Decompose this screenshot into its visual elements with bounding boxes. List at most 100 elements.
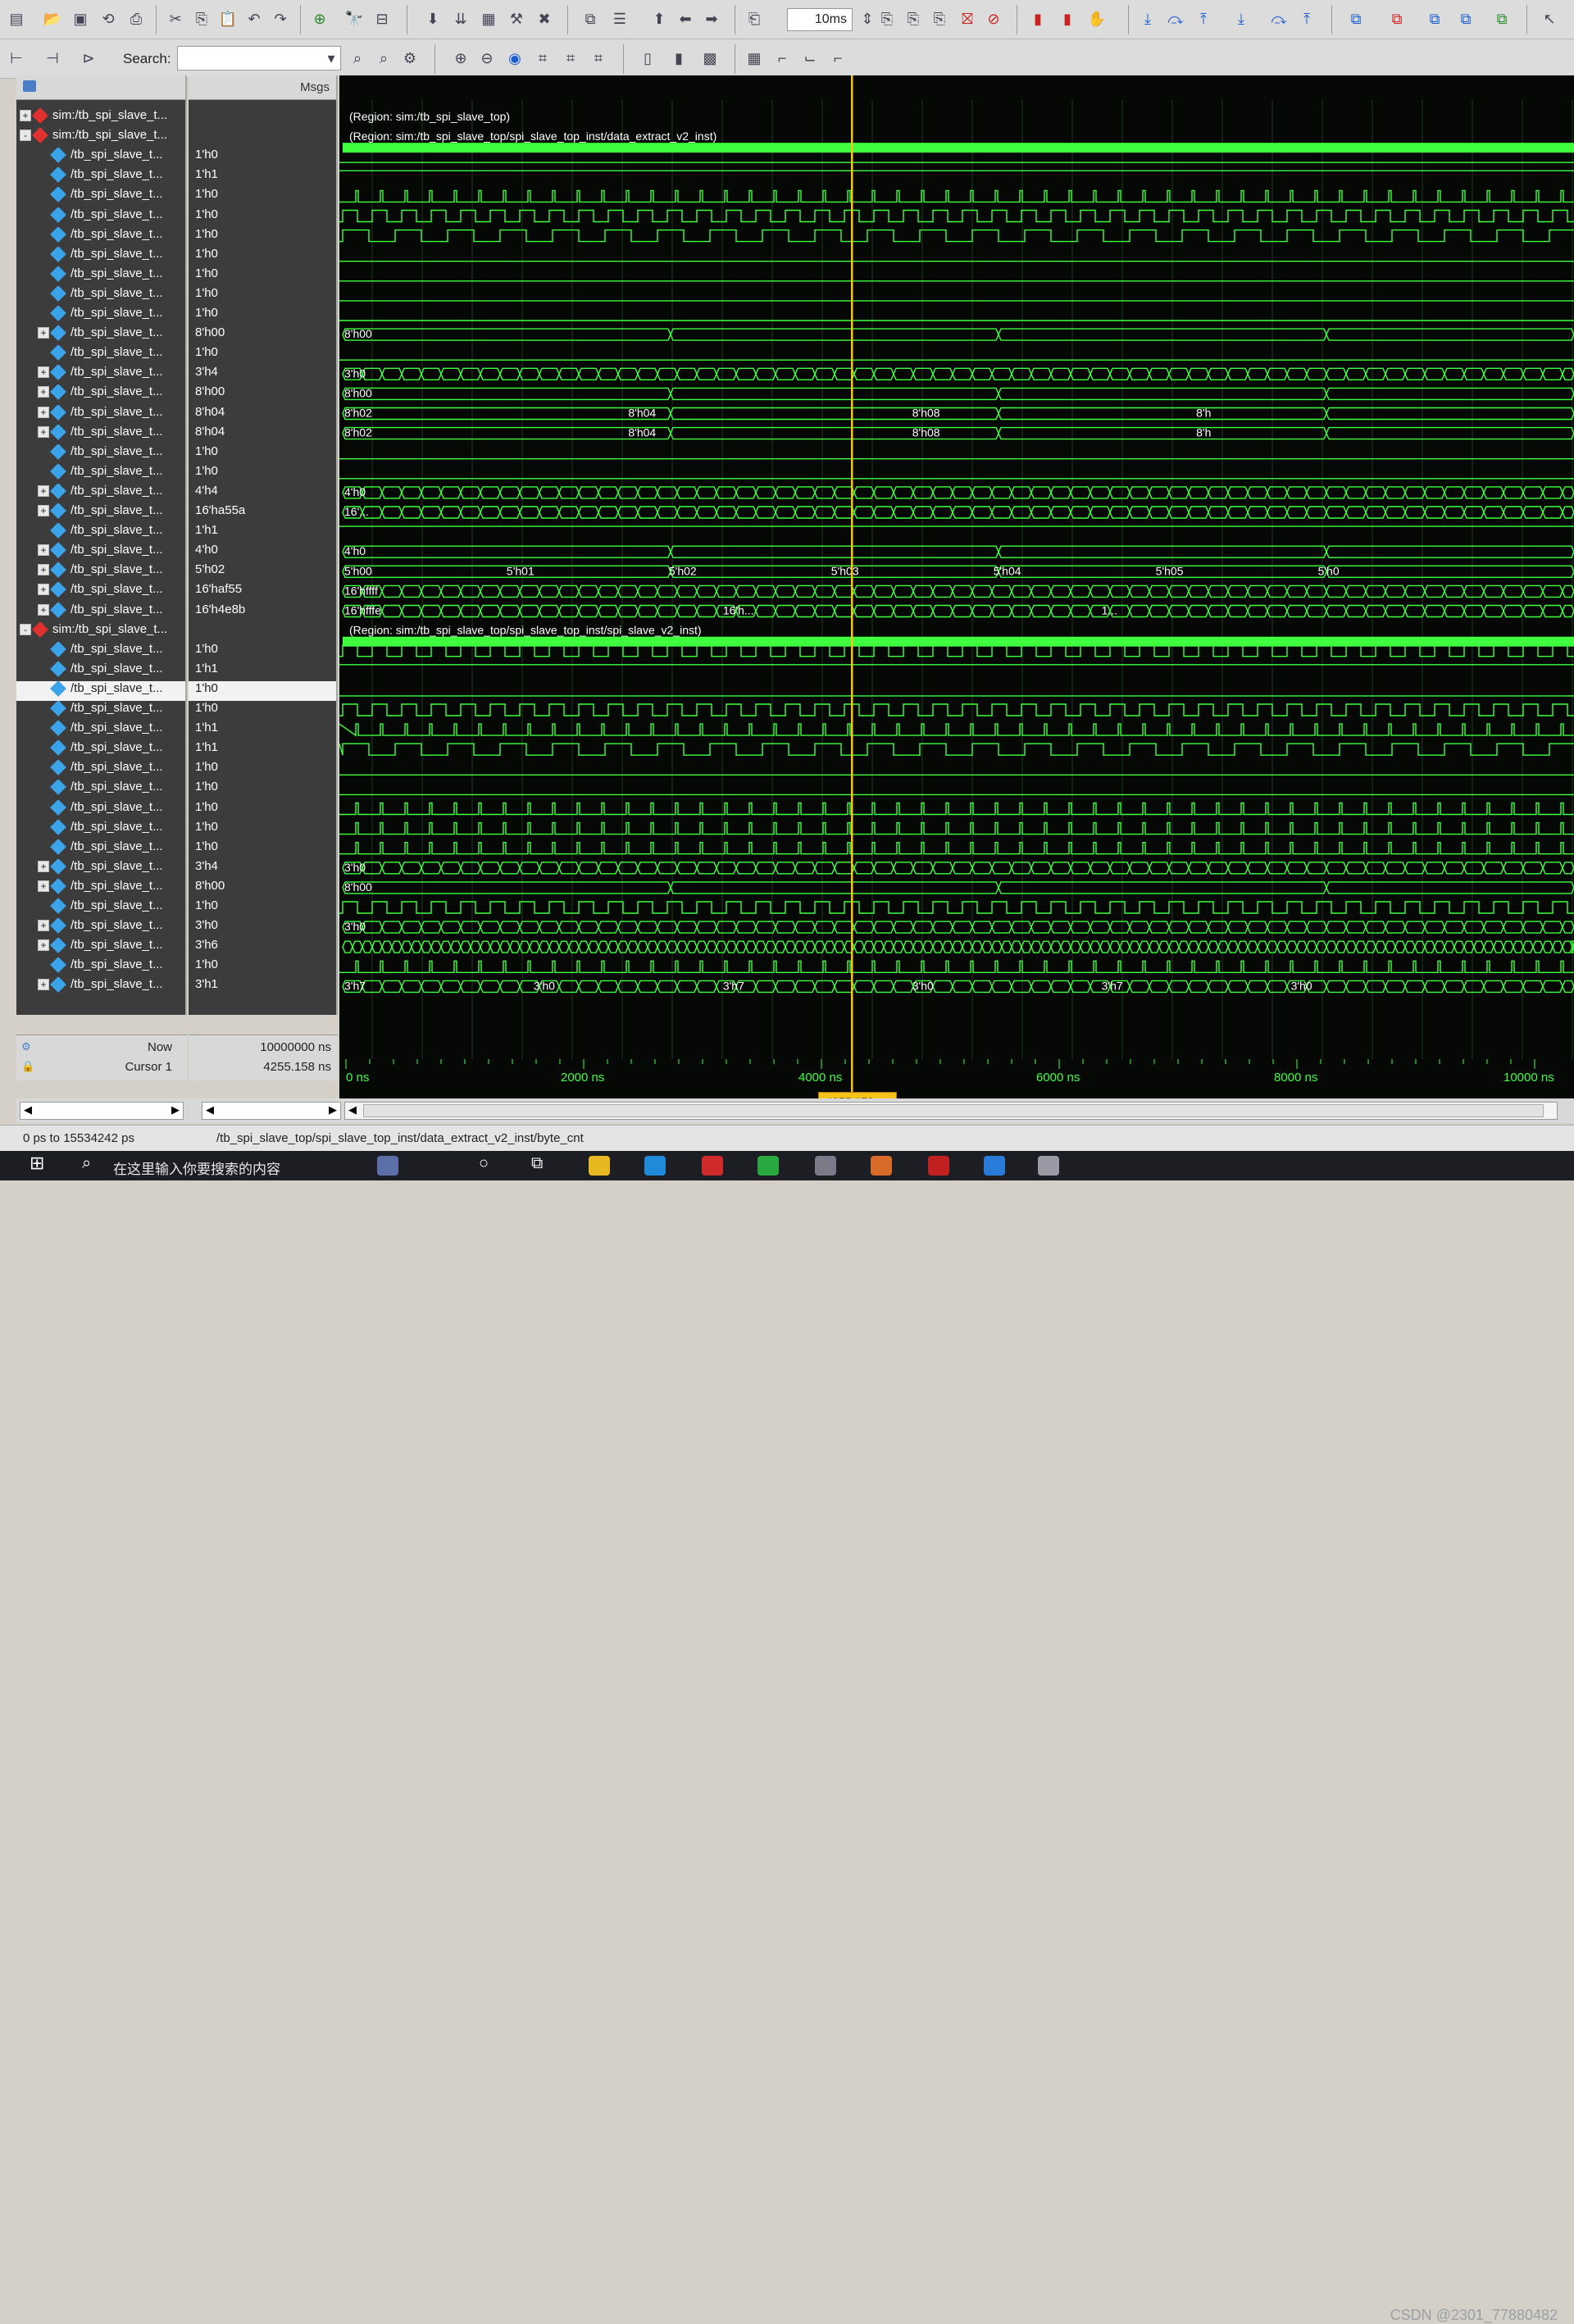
scroll-right-icon[interactable]: ▶	[329, 1103, 337, 1117]
app-pdf-icon[interactable]	[928, 1156, 949, 1176]
signal-row[interactable]: + /tb_spi_slave_t...	[16, 365, 185, 384]
find-options-icon[interactable]: ⚙	[398, 47, 421, 70]
run-length-input[interactable]: 10ms	[787, 8, 853, 31]
run-icon[interactable]: ⎘	[876, 7, 898, 30]
stop-icon[interactable]: ⊘	[982, 7, 1005, 30]
up-arrow-icon[interactable]: ⬆	[648, 7, 671, 30]
expand-icon[interactable]: +	[20, 110, 31, 122]
signal-row[interactable]: /tb_spi_slave_t...	[16, 266, 185, 286]
taskbar-search[interactable]: 在这里输入你要搜索的内容	[113, 1157, 280, 1178]
wave-edit-icon[interactable]: ⧉	[1423, 7, 1446, 30]
signal-value-row[interactable]: 1'h1	[189, 662, 336, 681]
expand-icon[interactable]: +	[38, 584, 49, 596]
signal-row[interactable]: /tb_spi_slave_t...	[16, 187, 185, 207]
signal-value-row[interactable]: 5'h02	[189, 562, 336, 582]
search-dropdown-icon[interactable]: ▾	[320, 47, 343, 70]
signal-value-row[interactable]: 1'h0	[189, 898, 336, 918]
open-folder-icon[interactable]: 📂	[41, 7, 64, 30]
signal-value-row[interactable]: 3'h4	[189, 859, 336, 879]
lock-cursor-icon[interactable]: ⊳	[77, 47, 100, 70]
signal-row[interactable]: /tb_spi_slave_t...	[16, 345, 185, 365]
cortana-icon[interactable]: ○	[479, 1154, 500, 1174]
signal-value-row[interactable]: 3'h0	[189, 918, 336, 938]
app-doc-icon[interactable]	[815, 1156, 836, 1176]
grid-icon[interactable]: ▦	[743, 47, 766, 70]
break-sim-icon[interactable]: ⛝	[956, 7, 979, 30]
expand-icon[interactable]: +	[38, 939, 49, 952]
signal-value-row[interactable]: 1'h0	[189, 247, 336, 266]
zoom-full-icon[interactable]: ◉	[503, 47, 526, 70]
wave-format-icon[interactable]: ▩	[698, 47, 721, 70]
signal-row[interactable]: /tb_spi_slave_t...	[16, 819, 185, 839]
expand-icon[interactable]: +	[38, 505, 49, 517]
signal-value-row[interactable]: 8'h00	[189, 879, 336, 898]
run-all-icon[interactable]: ⎘	[928, 7, 951, 30]
expand-icon[interactable]: +	[38, 564, 49, 576]
signal-value-row[interactable]: 1'h0	[189, 187, 336, 207]
signal-row[interactable]: /tb_spi_slave_t...	[16, 680, 185, 701]
signal-row[interactable]: + /tb_spi_slave_t...	[16, 424, 185, 444]
wave-remove-icon[interactable]: ⧉	[1385, 7, 1408, 30]
expand-icon[interactable]: +	[38, 880, 49, 892]
signal-row[interactable]: /tb_spi_slave_t...	[16, 898, 185, 918]
mem-icon[interactable]: ▮	[1056, 7, 1079, 30]
compile-all-icon[interactable]: ⇊	[449, 7, 472, 30]
run-length-icon[interactable]: ⎗	[743, 7, 766, 30]
break-icon[interactable]: ⚒	[505, 7, 528, 30]
expand-icon[interactable]: +	[38, 327, 49, 339]
signal-row[interactable]: + /tb_spi_slave_t...	[16, 325, 185, 345]
signal-row[interactable]: + /tb_spi_slave_t...	[16, 543, 185, 562]
signal-value-row[interactable]: 1'h0	[189, 800, 336, 820]
cursor-value[interactable]: 4255.158 ns	[263, 1060, 331, 1074]
edge-icon[interactable]	[644, 1156, 666, 1176]
expand-icon[interactable]: +	[38, 386, 49, 398]
signal-row[interactable]: /tb_spi_slave_t...	[16, 839, 185, 859]
values-scrollbar[interactable]: ◀ ▶	[202, 1102, 341, 1120]
signal-value-row[interactable]: 1'h0	[189, 207, 336, 227]
expand-icon[interactable]: +	[38, 484, 49, 497]
signal-value-row[interactable]	[189, 128, 336, 148]
step-over-2-icon[interactable]: ⤼	[1267, 7, 1290, 30]
signal-value-row[interactable]: 8'h00	[189, 384, 336, 404]
scroll-left-icon[interactable]: ◀	[348, 1103, 357, 1117]
modelsim-icon[interactable]	[1038, 1156, 1059, 1176]
signal-value-row[interactable]: 1'h0	[189, 957, 336, 977]
signal-value-row[interactable]: 8'h04	[189, 425, 336, 444]
continue-icon[interactable]: ⎘	[902, 7, 925, 30]
signal-value-row[interactable]: 1'h0	[189, 266, 336, 286]
right-arrow-icon[interactable]: ➡	[700, 7, 723, 30]
file-explorer-icon[interactable]	[589, 1156, 610, 1176]
undo-icon[interactable]: ↶	[243, 7, 266, 30]
signal-value-row[interactable]: 3'h4	[189, 365, 336, 384]
signal-value-row[interactable]: 1'h1	[189, 740, 336, 760]
redo-icon[interactable]: ↷	[269, 7, 292, 30]
compile-icon[interactable]: ⬇	[421, 7, 444, 30]
signal-value-row[interactable]: 1'h0	[189, 227, 336, 247]
wave-icon[interactable]: ⧉	[579, 7, 602, 30]
add-wave-icon[interactable]: ⊕	[308, 7, 331, 30]
insert-cursor-icon[interactable]: ⊢	[5, 47, 28, 70]
zoom-out-icon[interactable]: ⊖	[475, 47, 498, 70]
simulate-icon[interactable]: ▦	[477, 7, 500, 30]
signal-value-row[interactable]: 3'h1	[189, 977, 336, 997]
left-arrow-icon[interactable]: ⬅	[674, 7, 697, 30]
pointer-icon[interactable]: ↖	[1538, 7, 1561, 30]
region-row[interactable]: + sim:/tb_spi_slave_t...	[16, 108, 185, 128]
step-out-icon[interactable]: ⤒	[1192, 7, 1215, 30]
wave-merge-icon[interactable]: ⧉	[1454, 7, 1477, 30]
app-orange-icon[interactable]	[871, 1156, 892, 1176]
signal-row[interactable]: + /tb_spi_slave_t...	[16, 878, 185, 898]
signal-row[interactable]: /tb_spi_slave_t...	[16, 306, 185, 325]
signal-row[interactable]: /tb_spi_slave_t...	[16, 780, 185, 799]
delete-icon[interactable]: ✖	[533, 7, 556, 30]
signal-value-row[interactable]: 4'h4	[189, 484, 336, 503]
step-over-icon[interactable]: ⤼	[1164, 7, 1187, 30]
expand-icon[interactable]: +	[38, 860, 49, 872]
zoom-last-icon[interactable]: ⌗	[587, 47, 610, 70]
find-icon[interactable]: 🔭	[343, 7, 366, 30]
print-icon[interactable]: ⎙	[125, 7, 148, 30]
new-file-icon[interactable]: ▤	[5, 7, 28, 30]
signal-value-row[interactable]: 1'h0	[189, 464, 336, 484]
signal-row[interactable]: + /tb_spi_slave_t...	[16, 918, 185, 938]
edge-next-icon[interactable]: ▮	[667, 47, 690, 70]
